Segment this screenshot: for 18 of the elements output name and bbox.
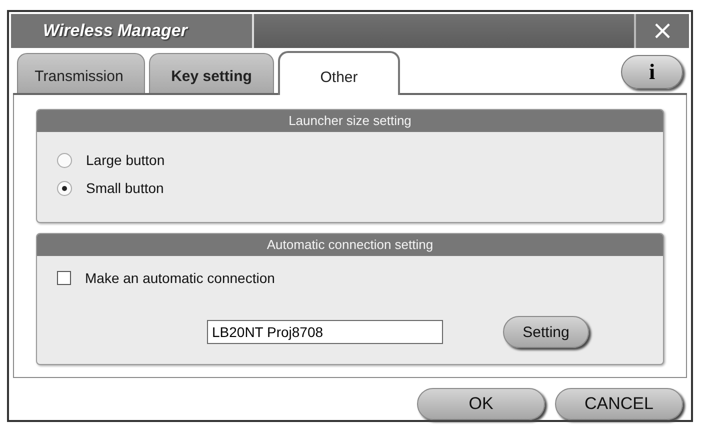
text-field[interactable]: LB20NT Proj8708 [207,320,443,344]
group-header: Launcher size setting [37,110,663,132]
tab[interactable]: Key setting [149,53,274,94]
window-title: Wireless Manager [11,14,254,48]
close-button[interactable]: × [634,14,689,48]
setting-button[interactable]: Setting [503,316,589,348]
tab[interactable]: Other [278,51,400,96]
radio-button[interactable] [57,152,72,168]
tab[interactable]: Transmission [17,53,145,94]
info-button[interactable]: i [621,55,683,90]
radio-button[interactable] [57,180,72,196]
radio-label: Large button [86,152,165,168]
group-header: Automatic connection setting [37,234,663,256]
dialog-button[interactable]: CANCEL [555,388,683,420]
radio-label: Small button [86,180,164,196]
dialog-button[interactable]: OK [417,388,545,420]
checkbox-label: Make an automatic connection [85,270,275,286]
checkbox[interactable] [57,271,71,286]
